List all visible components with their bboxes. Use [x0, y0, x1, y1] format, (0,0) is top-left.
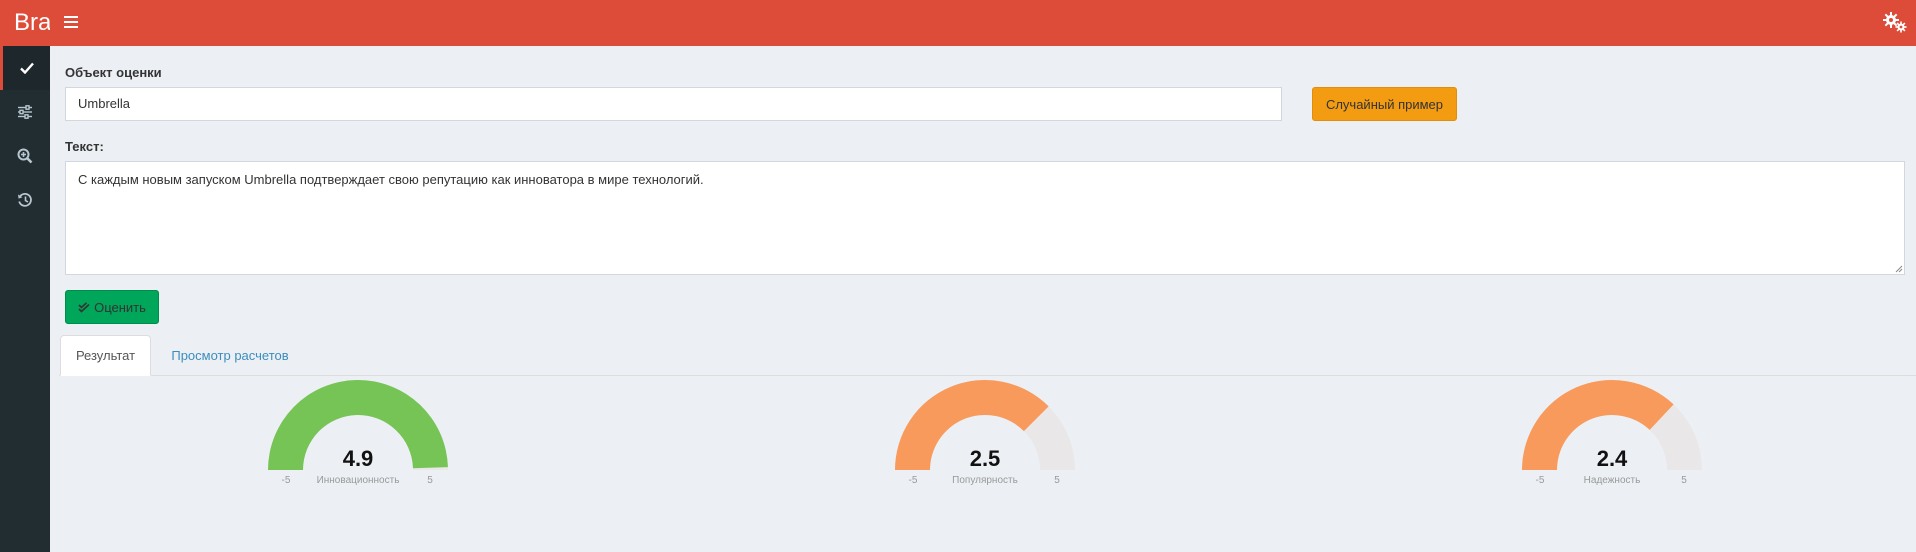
- text-label: Текст:: [65, 139, 104, 154]
- random-example-button[interactable]: Случайный пример: [1312, 87, 1457, 121]
- sidebar-item-settings[interactable]: [0, 90, 50, 134]
- object-label: Объект оценки: [65, 65, 162, 80]
- resize-grip-icon[interactable]: [1895, 265, 1903, 273]
- gears-icon[interactable]: [1882, 11, 1908, 35]
- double-check-icon: [78, 301, 90, 313]
- text-area[interactable]: С каждым новым запуском Umbrella подтвер…: [65, 161, 1905, 275]
- sidebar-item-evaluate[interactable]: [0, 46, 50, 90]
- history-icon: [18, 192, 32, 207]
- gauge-popularity: 2.5 -5 Популярность 5: [890, 378, 1080, 488]
- gauge-max: 5: [1054, 475, 1060, 486]
- gauge-value: 2.5: [969, 446, 1001, 471]
- check-icon: [19, 62, 34, 74]
- sidebar-item-history[interactable]: [0, 178, 50, 222]
- gauge-max: 5: [427, 475, 433, 486]
- gauge-max: 5: [1681, 475, 1687, 486]
- top-navbar: Brand: [0, 0, 1916, 46]
- gauge-value: 4.9: [342, 446, 374, 471]
- gauge-value: 2.4: [1596, 446, 1628, 471]
- tab-result[interactable]: Результат: [60, 335, 151, 376]
- gauge-reliability: 2.4 -5 Надежность 5: [1517, 378, 1707, 488]
- evaluate-button-label: Оценить: [94, 299, 146, 315]
- evaluate-button[interactable]: Оценить: [65, 290, 159, 324]
- tab-calculations[interactable]: Просмотр расчетов: [160, 335, 300, 376]
- sidebar: [0, 46, 50, 552]
- brand-logo[interactable]: Brand: [0, 0, 50, 46]
- sliders-icon: [18, 105, 32, 119]
- object-input[interactable]: Umbrella: [65, 87, 1282, 121]
- hamburger-icon[interactable]: [62, 13, 82, 33]
- gauge-innovation: 4.9 -5 Инновационность 5: [263, 378, 453, 488]
- tabs-divider: [59, 375, 1916, 376]
- sidebar-item-search[interactable]: [0, 134, 50, 178]
- text-area-content: С каждым новым запуском Umbrella подтвер…: [78, 172, 704, 187]
- search-plus-icon: [17, 148, 33, 164]
